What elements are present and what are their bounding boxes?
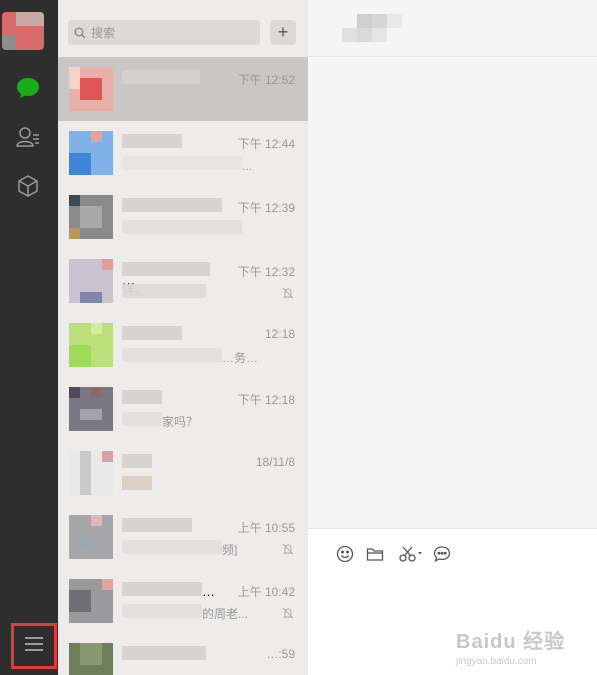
avatar	[69, 387, 113, 431]
avatar	[69, 259, 113, 303]
chat-icon[interactable]	[14, 74, 42, 102]
list-item[interactable]: … 上午 10:42 的周老...	[58, 569, 308, 633]
folder-icon[interactable]	[364, 543, 386, 565]
watermark-main: Baidu 经验	[456, 631, 566, 653]
search-icon	[73, 26, 87, 40]
chat-name	[122, 518, 232, 534]
list-item[interactable]: 下午 12:39	[58, 185, 308, 249]
chat-time: 上午 10:55	[237, 521, 295, 535]
chat-name	[122, 454, 232, 470]
chat-list: + 下午 12:52 下午 12:44 ... 下午 12:39	[58, 0, 308, 675]
chat-preview	[122, 476, 282, 492]
scissors-icon[interactable]	[396, 543, 426, 565]
chat-time: 12:18	[264, 327, 295, 341]
add-button[interactable]: +	[270, 20, 296, 45]
list-item[interactable]: 下午 12:44 ...	[58, 121, 308, 185]
chat-time: 下午 12:44	[237, 137, 295, 151]
chat-preview-text: 家吗？	[162, 415, 199, 428]
chat-time: 18/11/8	[255, 455, 295, 469]
chat-preview-text: 的周老...	[202, 607, 249, 620]
chat-preview	[122, 284, 282, 300]
avatar	[69, 515, 113, 559]
chat-time: 下午 12:32	[237, 265, 295, 279]
avatar[interactable]	[2, 12, 44, 50]
chat-name	[122, 134, 232, 150]
avatar	[69, 131, 113, 175]
chat-preview: ...	[122, 156, 282, 172]
chat-time: 下午 12:39	[237, 201, 295, 215]
chat-name	[122, 198, 232, 214]
menu-icon	[23, 635, 45, 658]
chat-preview: 家吗？	[122, 412, 282, 428]
favorites-icon[interactable]	[14, 172, 42, 200]
chat-time: 下午 12:52	[237, 73, 295, 87]
list-item[interactable]: 12:18 …务…	[58, 313, 308, 377]
chat-preview-text: …务…	[222, 351, 259, 364]
composer[interactable]: Baidu 经验 jingyan.baidu.com	[308, 528, 597, 675]
chat-title	[342, 14, 402, 42]
list-item[interactable]: 详。 下午 12:32	[58, 249, 308, 313]
chat-name	[122, 646, 232, 662]
list-item[interactable]: 18/11/8	[58, 441, 308, 505]
avatar	[69, 195, 113, 239]
list-item[interactable]: 下午 12:18 家吗？	[58, 377, 308, 441]
chat-name	[122, 70, 232, 86]
chat-preview: 的周老...	[122, 604, 282, 620]
chat-name	[122, 326, 232, 342]
chat-name	[122, 390, 232, 406]
avatar	[69, 67, 113, 111]
chat-preview-text: 频]	[222, 543, 238, 556]
list-item[interactable]: 下午 12:52	[58, 57, 308, 121]
emoji-icon[interactable]	[334, 543, 356, 565]
watermark-sub: jingyan.baidu.com	[456, 656, 537, 667]
search-input[interactable]	[91, 25, 251, 40]
chat-time: 下午 12:18	[237, 393, 295, 407]
search-box[interactable]	[68, 20, 260, 45]
chat-name: 详。	[122, 262, 232, 297]
chat-preview-text: ...	[242, 159, 253, 172]
chat-panel: Baidu 经验 jingyan.baidu.com	[308, 0, 597, 675]
avatar	[69, 643, 113, 675]
left-nav	[0, 0, 58, 675]
chat-time: 上午 10:42	[237, 585, 295, 599]
chat-preview: 频]	[122, 540, 282, 556]
list-item[interactable]: …:59	[58, 633, 308, 675]
avatar	[69, 451, 113, 495]
chat-name-text: …	[202, 584, 215, 599]
mute-icon	[282, 606, 294, 619]
chat-time: …:59	[266, 647, 295, 661]
watermark: Baidu 经验 jingyan.baidu.com	[456, 625, 596, 671]
menu-button[interactable]	[11, 623, 57, 669]
mute-icon	[282, 286, 294, 299]
chat-bubble-icon[interactable]	[431, 543, 453, 565]
list-item[interactable]: 上午 10:55 频]	[58, 505, 308, 569]
avatar	[69, 579, 113, 623]
chat-preview: …务…	[122, 348, 282, 364]
chat-name: …	[122, 582, 232, 599]
chat-preview	[122, 220, 282, 236]
contacts-icon[interactable]	[14, 123, 42, 151]
chat-header	[308, 0, 597, 57]
mute-icon	[282, 542, 294, 555]
avatar	[69, 323, 113, 367]
